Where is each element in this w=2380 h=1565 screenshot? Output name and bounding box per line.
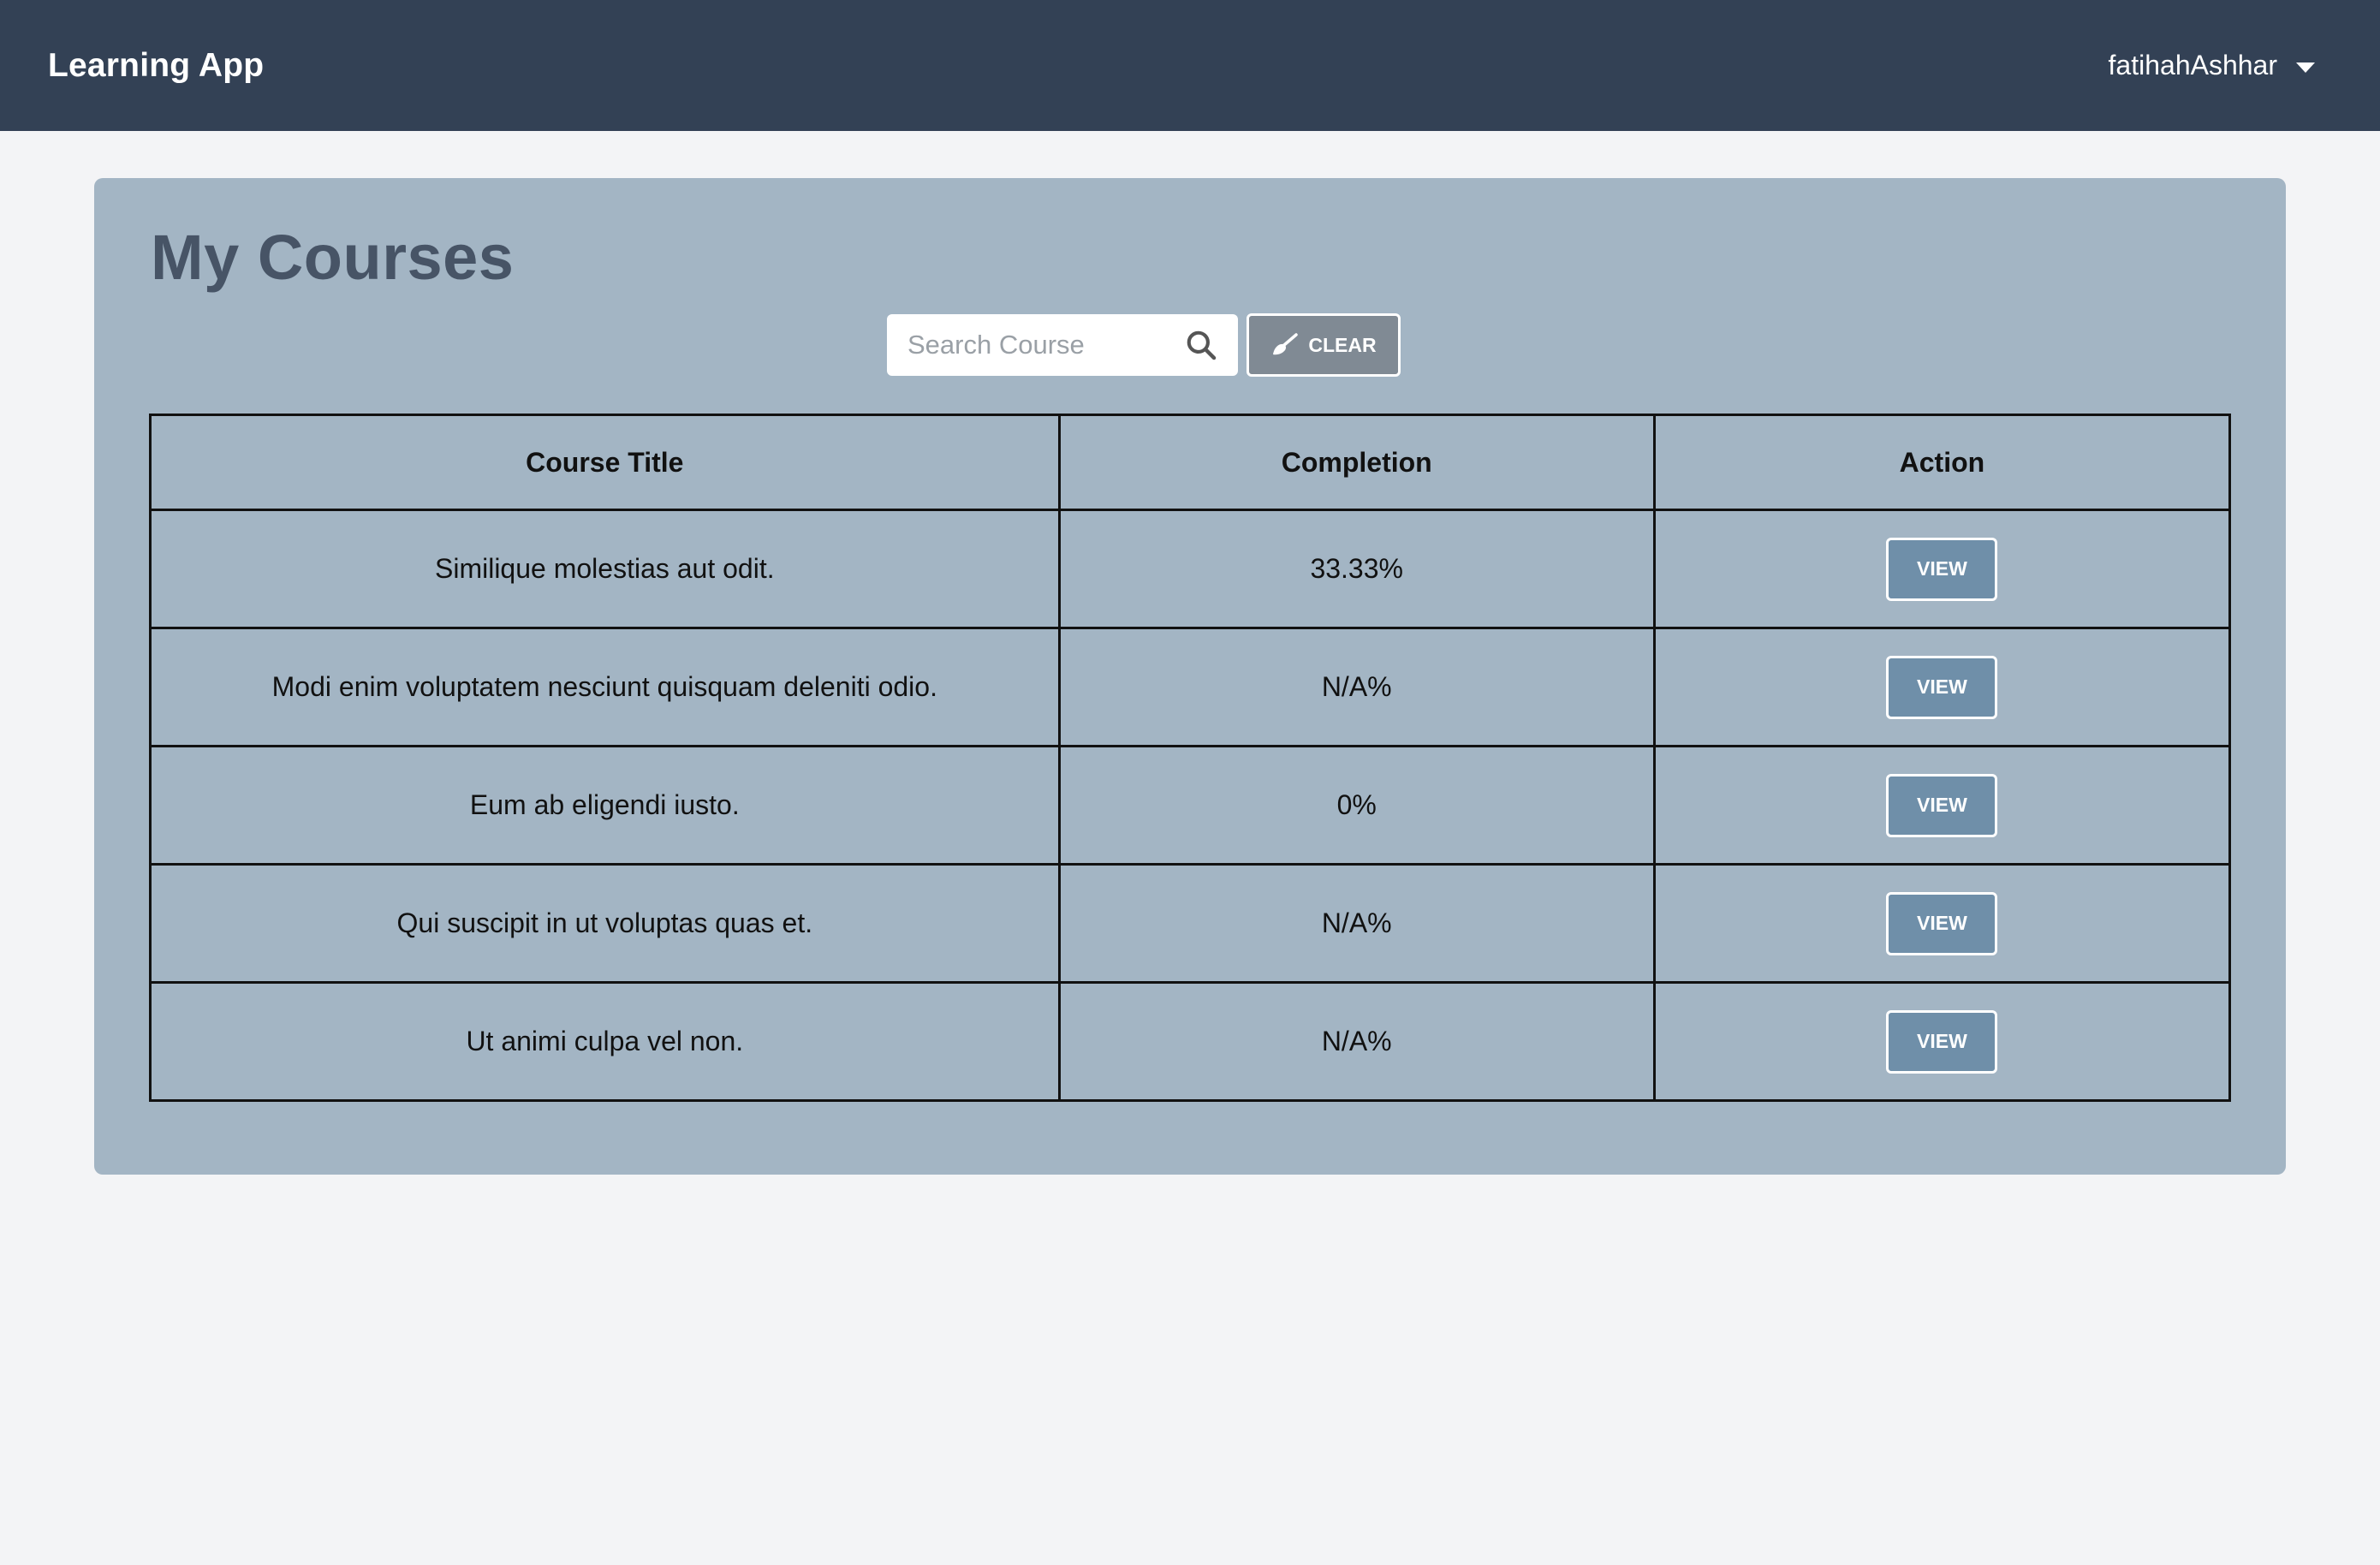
course-title-cell: Qui suscipit in ut voluptas quas et.	[149, 863, 1061, 984]
table-header-row: Course Title Completion Action	[149, 414, 2232, 511]
view-button[interactable]: VIEW	[1886, 655, 1998, 719]
course-title-cell: Ut animi culpa vel non.	[149, 981, 1061, 1102]
header-completion: Completion	[1057, 414, 1656, 511]
view-button[interactable]: VIEW	[1886, 773, 1998, 837]
completion-cell: 33.33%	[1057, 509, 1656, 629]
action-cell: VIEW	[1652, 863, 2232, 984]
course-title-cell: Similique molestias aut odit.	[149, 509, 1061, 629]
caret-down-icon	[2296, 62, 2315, 73]
table-row: Eum ab eligendi iusto. 0% VIEW	[149, 745, 2232, 866]
action-cell: VIEW	[1652, 627, 2232, 747]
user-menu[interactable]: fatihahAshhar	[2109, 50, 2332, 81]
clear-button-label: CLEAR	[1308, 333, 1377, 356]
search-toolbar: CLEAR	[887, 313, 1401, 377]
search-icon[interactable]	[1185, 329, 1217, 361]
top-navbar: Learning App fatihahAshhar	[0, 0, 2380, 131]
completion-cell: 0%	[1057, 745, 1656, 866]
completion-cell: N/A%	[1057, 863, 1656, 984]
course-title-cell: Eum ab eligendi iusto.	[149, 745, 1061, 866]
page-title: My Courses	[151, 222, 515, 293]
search-input[interactable]	[907, 330, 1164, 360]
completion-cell: N/A%	[1057, 627, 1656, 747]
action-cell: VIEW	[1652, 509, 2232, 629]
courses-card: My Courses CLEAR Course Titl	[94, 178, 2286, 1175]
app-title[interactable]: Learning App	[48, 47, 264, 85]
user-name: fatihahAshhar	[2108, 50, 2277, 80]
view-button[interactable]: VIEW	[1886, 891, 1998, 955]
course-title-cell: Modi enim voluptatem nesciunt quisquam d…	[149, 627, 1061, 747]
view-button[interactable]: VIEW	[1886, 1009, 1998, 1074]
table-row: Similique molestias aut odit. 33.33% VIE…	[149, 509, 2232, 629]
action-cell: VIEW	[1652, 745, 2232, 866]
action-cell: VIEW	[1652, 981, 2232, 1102]
completion-cell: N/A%	[1057, 981, 1656, 1102]
courses-table: Course Title Completion Action Similique…	[149, 414, 2232, 1102]
header-action: Action	[1652, 414, 2232, 511]
table-row: Qui suscipit in ut voluptas quas et. N/A…	[149, 863, 2232, 984]
search-field[interactable]	[887, 314, 1238, 376]
header-course-title: Course Title	[149, 414, 1061, 511]
view-button[interactable]: VIEW	[1886, 537, 1998, 601]
table-row: Modi enim voluptatem nesciunt quisquam d…	[149, 627, 2232, 747]
clear-button[interactable]: CLEAR	[1247, 313, 1401, 377]
table-row: Ut animi culpa vel non. N/A% VIEW	[149, 981, 2232, 1102]
brush-icon	[1270, 333, 1299, 357]
